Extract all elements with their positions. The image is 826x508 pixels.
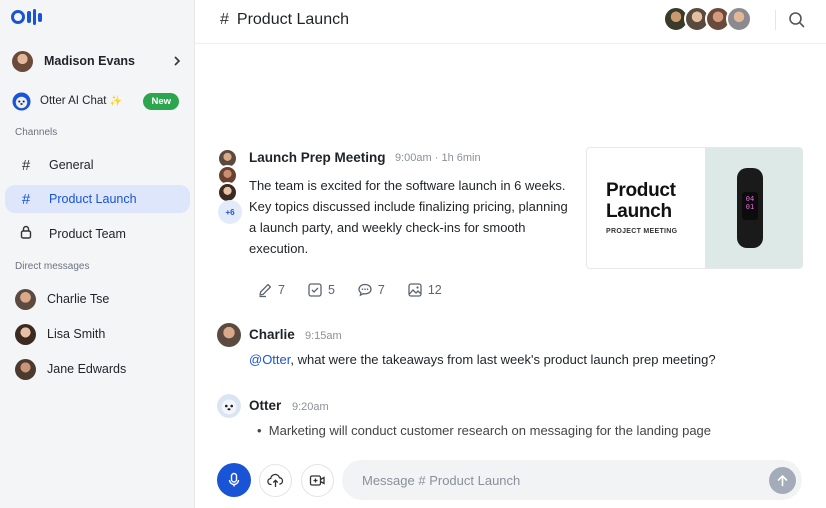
channel-header: # Product Launch [195,0,826,44]
stat-value: 12 [427,283,442,297]
hash-icon: # [21,156,31,174]
thumbnail-title: Product Launch [606,180,676,222]
otter-icon[interactable] [217,394,241,418]
search-icon[interactable] [787,10,807,30]
stat-value: 5 [327,283,335,297]
bullet-marker: • [257,423,269,438]
upload-button[interactable] [259,464,292,497]
chevron-right-icon [172,53,182,69]
sparkle-icon: ✨ [109,95,122,107]
otter-logo[interactable] [11,9,42,25]
fitness-band-image: 04 01 [737,168,763,248]
comment-icon [358,283,372,297]
band-screen-line: 01 [745,203,755,211]
meeting-duration: · 1h 6min [434,152,481,164]
sidebar: Madison Evans Otter AI Chat ✨ New Channe… [0,0,195,508]
channel-members[interactable] [663,6,752,32]
meeting-title[interactable]: Launch Prep Meeting [249,150,386,165]
user-profile-button[interactable]: Madison Evans [12,50,182,72]
meeting-time: 9:00am [395,152,432,164]
hash-icon: # [21,190,31,208]
sidebar-item-label: Product Team [49,227,126,241]
band-screen-line: 04 [745,195,755,203]
thumbnail-image: 04 01 [705,148,802,268]
app-window: Madison Evans Otter AI Chat ✨ New Channe… [0,0,826,508]
meeting-meta: 9:00am · 1h 6min [395,152,481,164]
logo-bar [38,12,42,22]
user-name: Madison Evans [44,54,135,68]
lock-icon [18,225,34,243]
send-button[interactable] [769,467,796,494]
meeting-summary: The team is excited for the software lau… [249,178,568,256]
sidebar-item-label: Product Launch [49,192,137,206]
record-button[interactable] [217,463,251,497]
otter-ai-chat-item[interactable]: Otter AI Chat ✨ New [12,91,182,111]
comments-count[interactable]: 7 [357,282,385,298]
images-count[interactable]: 12 [407,282,442,298]
upload-cloud-icon [267,473,284,487]
channel-title: Product Launch [236,11,349,28]
message-composer [195,455,826,508]
thumbnail-title-line: Product [606,180,676,201]
logo-bar [32,9,36,25]
sidebar-item-product-launch[interactable]: # Product Launch [5,185,190,213]
message-time: 9:15am [305,330,342,342]
stat-value: 7 [377,283,385,297]
bullet-text: Marketing will conduct customer research… [268,423,712,438]
notes-count[interactable]: 7 [257,282,285,298]
hash-icon: # [220,11,229,28]
sidebar-item-label: Lisa Smith [47,327,106,341]
main-panel: # Product Launch +6 Launch Prep Meeting 9… [195,0,826,508]
message-time: 9:20am [292,401,329,413]
logo-ring [11,10,25,24]
message-author[interactable]: Charlie [249,327,295,342]
arrow-up-icon [777,474,788,487]
direct-messages-section-label: Direct messages [15,261,90,272]
message-body: , what were the takeaways from last week… [290,352,716,367]
sidebar-item-lisa-smith[interactable]: Lisa Smith [5,320,190,348]
video-camera-icon [309,475,325,486]
thumbnail-subtitle: PROJECT MEETING [606,228,678,235]
sidebar-item-product-team[interactable]: Product Team [5,220,190,248]
avatar[interactable] [217,323,241,347]
sidebar-item-label: Charlie Tse [47,292,110,306]
image-icon [408,283,422,297]
avatar [15,288,36,310]
channels-section-label: Channels [15,127,58,138]
video-button[interactable] [301,464,334,497]
sidebar-item-label: Jane Edwards [47,362,127,376]
page-title: # Product Launch [220,11,349,29]
thumbnail-title-line: Launch [606,201,672,222]
sidebar-item-general[interactable]: # General [5,151,190,179]
checkbox-icon [308,283,322,297]
new-badge: New [143,92,179,110]
message-author[interactable]: Otter [249,398,281,413]
pencil-icon [259,283,272,298]
sidebar-item-jane-edwards[interactable]: Jane Edwards [5,355,190,383]
message-text: @Otter, what were the takeaways from las… [249,352,716,367]
divider [775,10,776,30]
avatar [15,323,36,345]
logo-bar [27,11,31,23]
band-screen: 04 01 [742,192,758,220]
message-input[interactable] [342,460,802,500]
avatar [15,358,36,380]
avatar [726,6,752,32]
meeting-stats: 7 5 7 12 [257,282,464,298]
meeting-thumbnail[interactable]: Product Launch PROJECT MEETING 04 01 [586,147,803,269]
stat-value: 7 [278,283,285,297]
list-item: • Marketing will conduct customer resear… [257,423,711,438]
extra-participants-badge: +6 [218,200,242,224]
otter-icon [12,91,31,111]
mention-link[interactable]: @Otter [249,352,290,367]
avatar [12,50,33,72]
sidebar-item-label: General [49,158,94,172]
sidebar-item-charlie-tse[interactable]: Charlie Tse [5,285,190,313]
microphone-icon [228,472,240,487]
action-items-count[interactable]: 5 [307,282,335,298]
otter-ai-chat-label: Otter AI Chat [40,95,107,107]
